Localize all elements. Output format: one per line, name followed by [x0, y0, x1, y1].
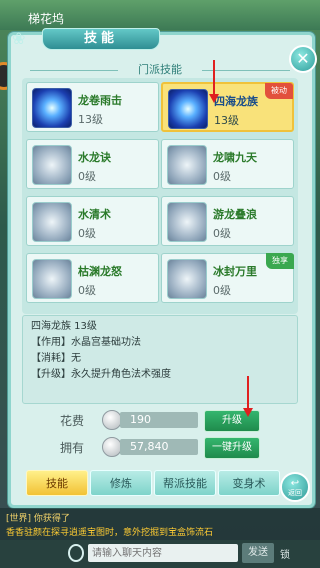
skill-level: 13级 — [214, 114, 239, 127]
back-arrow-icon: ↩ — [290, 478, 300, 489]
cost-label: 花费 — [60, 414, 85, 428]
description-upgrade: 【升级】永久提升角色法术强度 — [31, 369, 171, 380]
annotation-arrow — [247, 376, 249, 410]
ice-skill-icon — [167, 259, 207, 299]
silver-coin-icon — [102, 410, 122, 430]
skill-level: 0级 — [78, 170, 96, 183]
skill-card[interactable]: 枯渊龙怒 0级 — [26, 253, 159, 303]
skills-grid: 龙卷雨击 13级 四海龙族 13级 被动 水龙诀 0级 龙啸九天 0级 水清术 … — [22, 78, 298, 314]
location-title: 梯花坞 — [28, 12, 65, 26]
skill-level: 13级 — [78, 113, 103, 126]
clear-water-skill-icon — [32, 202, 72, 242]
skill-card[interactable]: 龙啸九天 0级 — [161, 139, 294, 189]
skill-level: 0级 — [78, 227, 96, 240]
description-cost: 【消耗】无 — [31, 353, 81, 364]
skill-card[interactable]: 冰封万里 0级 独享 — [161, 253, 294, 303]
send-button[interactable]: 发送 — [242, 543, 274, 563]
dragon-skill-icon — [168, 89, 208, 129]
skill-level: 0级 — [213, 227, 231, 240]
owned-label: 拥有 — [60, 441, 85, 455]
wave-skill-icon — [167, 202, 207, 242]
chat-area: [世界] 你获得了 香香驻颜在探寻逍遥宝图时，意外挖掘到宝盒饰流石 — [0, 508, 320, 544]
panel-title: 技能 — [42, 28, 160, 50]
cost-value: 190 — [120, 412, 198, 428]
chat-message: 香香驻颜在探寻逍遥宝图时，意外挖掘到宝盒饰流石 — [6, 528, 214, 538]
tab-transform[interactable]: 变身术 — [218, 470, 280, 496]
skill-name: 冰封万里 — [213, 265, 257, 278]
skill-card-selected[interactable]: 四海龙族 13级 被动 — [161, 82, 294, 132]
skill-card[interactable]: 水龙诀 0级 — [26, 139, 159, 189]
skill-level: 0级 — [213, 284, 231, 297]
description-title: 四海龙族 13级 — [31, 321, 97, 332]
skill-name: 水龙诀 — [78, 151, 111, 164]
silver-coin-icon — [102, 437, 122, 457]
dragon-fury-skill-icon — [32, 259, 72, 299]
chat-message: [世界] 你获得了 — [6, 514, 70, 524]
back-label: 返回 — [288, 489, 302, 497]
lock-toggle[interactable]: 锁 — [280, 546, 290, 561]
skill-card[interactable]: 游龙叠浪 0级 — [161, 196, 294, 246]
skill-name: 枯渊龙怒 — [78, 265, 122, 278]
skill-name: 龙卷雨击 — [78, 94, 122, 107]
one-click-upgrade-button[interactable]: 一键升级 — [204, 437, 260, 459]
skill-level: 0级 — [213, 170, 231, 183]
annotation-arrow-head — [209, 94, 219, 103]
skill-description: 四海龙族 13级 【作用】水晶宫基础功法 【消耗】无 【升级】永久提升角色法术强… — [22, 315, 298, 404]
exclusive-badge: 独享 — [266, 253, 294, 269]
close-button[interactable]: ✕ — [289, 45, 317, 73]
tornado-skill-icon — [32, 88, 72, 128]
description-effect: 【作用】水晶宫基础功法 — [31, 337, 141, 348]
close-icon: ✕ — [296, 49, 310, 68]
back-button[interactable]: ↩ 返回 — [280, 472, 310, 502]
skill-level: 0级 — [78, 284, 96, 297]
owned-value: 57,840 — [120, 439, 198, 455]
skill-name: 四海龙族 — [214, 95, 258, 108]
passive-badge: 被动 — [265, 83, 293, 99]
annotation-arrow — [213, 60, 215, 96]
tab-guild-skills[interactable]: 帮派技能 — [154, 470, 216, 496]
tab-bar: 技能 修炼 帮派技能 变身术 — [22, 470, 280, 496]
tab-skills[interactable]: 技能 — [26, 470, 88, 496]
title-ornament-icon: ❀ — [12, 29, 26, 48]
water-dragon-skill-icon — [32, 145, 72, 185]
tab-cultivation[interactable]: 修炼 — [90, 470, 152, 496]
microphone-icon[interactable] — [68, 544, 84, 562]
subtitle-divider — [202, 70, 290, 71]
section-title: 门派技能 — [138, 63, 182, 76]
top-bar: 梯花坞 — [0, 0, 320, 30]
skill-name: 游龙叠浪 — [213, 208, 257, 221]
subtitle-divider — [30, 70, 118, 71]
skill-name: 龙啸九天 — [213, 151, 257, 164]
chat-input[interactable] — [88, 544, 238, 562]
skill-card[interactable]: 龙卷雨击 13级 — [26, 82, 159, 132]
annotation-arrow-head — [243, 408, 253, 417]
dragon-roar-skill-icon — [167, 145, 207, 185]
owned-row: 拥有 57,840 — [60, 437, 200, 457]
skill-name: 水清术 — [78, 208, 111, 221]
cost-row: 花费 190 — [60, 410, 200, 430]
skill-card[interactable]: 水清术 0级 — [26, 196, 159, 246]
